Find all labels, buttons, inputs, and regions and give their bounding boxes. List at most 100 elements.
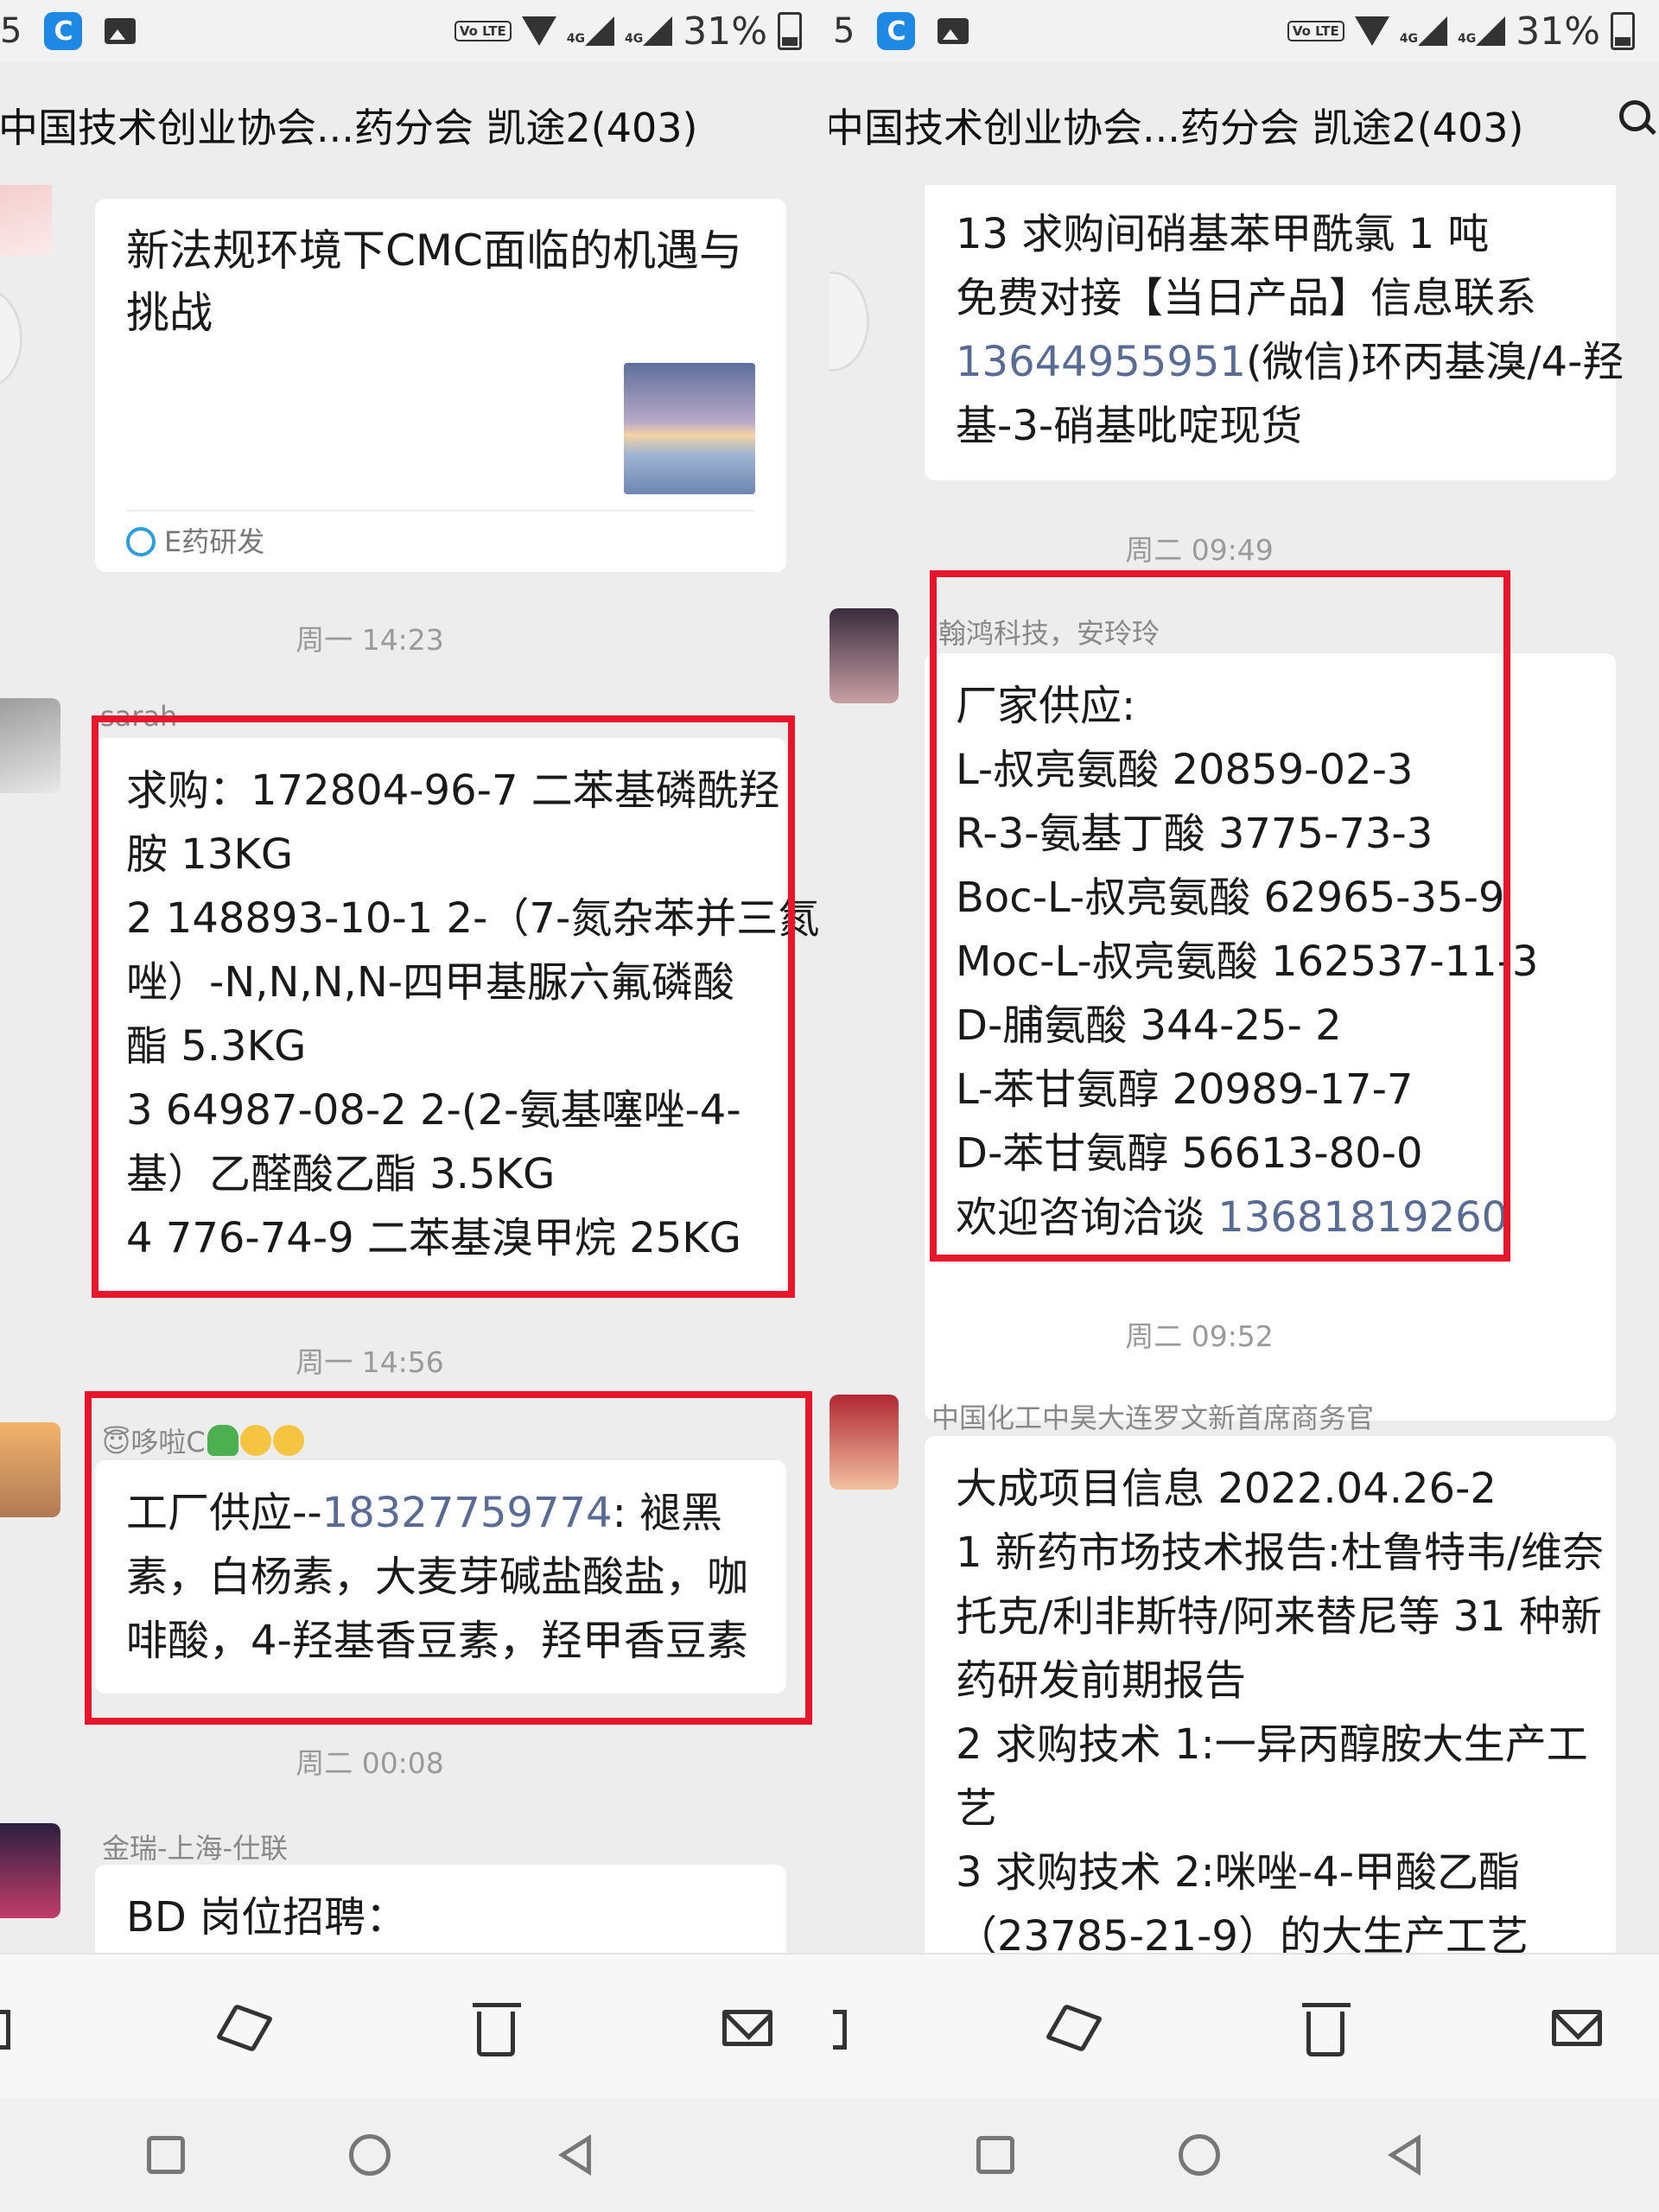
scroll-edge <box>0 289 22 389</box>
avatar[interactable] <box>830 1395 899 1490</box>
image-notification-icon <box>938 18 969 44</box>
signal-icon: 4G <box>567 16 614 46</box>
sender-name: 翰鸿科技，安玲玲 <box>938 617 1160 650</box>
signal-icon-2: 4G <box>625 16 673 46</box>
volte-icon: Vo LTE <box>1287 21 1344 41</box>
card-title-line-1: 新法规环境下CMC面临的机遇与 <box>126 226 742 276</box>
chat-title[interactable]: 中国技术创业协会...药分会 凯途2(403) <box>0 97 697 154</box>
avatar[interactable] <box>0 698 60 793</box>
mail-icon[interactable] <box>1552 2010 1602 2046</box>
share-icon[interactable] <box>833 2010 847 2050</box>
share-icon[interactable] <box>0 2010 10 2050</box>
message-line: R-3-氨基丁酸 3775-73-3 <box>956 810 1433 858</box>
signal-icon-2: 4G <box>1458 16 1506 46</box>
chat-history[interactable]: 13 求购间硝基苯甲酰氯 1 吨 免费对接【当日产品】信息联系 13644955… <box>830 185 1659 1953</box>
message-line: 求购：172804-96-7 二苯基磷酰羟 <box>126 766 780 815</box>
trash-icon[interactable] <box>473 2003 521 2056</box>
phone-link[interactable]: 13681819260 <box>1217 1193 1508 1242</box>
message-line: 2 求购技术 1:一异丙醇胺大生产工 <box>956 1720 1588 1769</box>
trash-icon[interactable] <box>1302 2003 1351 2056</box>
avatar[interactable] <box>0 185 52 256</box>
timestamp: 周二 09:49 <box>1125 533 1274 567</box>
message-line: 3 64987-08-2 2-(2-氨基噻唑-4- <box>126 1086 741 1135</box>
message-line: Boc-L-叔亮氨酸 62965-35-9 <box>956 874 1505 922</box>
avatar[interactable] <box>0 1823 60 1918</box>
message-bubble[interactable]: 求购：172804-96-7 二苯基磷酰羟 胺 13KG 2 148893-10… <box>95 738 820 1296</box>
phone-link[interactable]: 18327759774 <box>322 1489 613 1537</box>
home-icon[interactable] <box>1179 2134 1220 2176</box>
scroll-edge <box>830 271 869 372</box>
message-line: 基-3-硝基吡啶现货 <box>956 402 1303 450</box>
chat-title[interactable]: 中国技术创业协会...药分会 凯途2(403) <box>830 97 1523 154</box>
system-navbar <box>0 2098 830 2212</box>
message-line: 3 求购技术 2:咪唑-4-甲酸乙酯 <box>956 1848 1520 1897</box>
message-line: 1 新药市场技术报告:杜鲁特韦/维奈 <box>956 1529 1605 1577</box>
message-line: 2 148893-10-1 2-（7-氮杂苯并三氮 <box>126 894 820 943</box>
chat-history[interactable]: 新法规环境下CMC面临的机遇与 挑战 E药研发 周一 14:23 sarah 求… <box>0 185 830 1953</box>
timestamp: 周二 00:08 <box>296 1746 444 1780</box>
message-bubble[interactable]: 13 求购间硝基苯甲酰氯 1 吨 免费对接【当日产品】信息联系 13644955… <box>925 185 1624 480</box>
cube-icon[interactable] <box>215 2004 274 2052</box>
message-text: 工厂供应-- <box>126 1489 322 1537</box>
message-bubble[interactable]: 厂家供应: L-叔亮氨酸 20859-02-3 R-3-氨基丁酸 3775-73… <box>925 653 1616 1421</box>
left-screenshot: 5 C Vo LTE 4G 4G 31% 中国技术创业协会...药分会 凯途2(… <box>0 0 830 2212</box>
timestamp: 周一 14:56 <box>296 1345 444 1379</box>
message-line: 胺 13KG <box>126 830 294 879</box>
source-icon <box>126 527 156 556</box>
battery-icon <box>778 12 802 50</box>
message-line: L-叔亮氨酸 20859-02-3 <box>956 746 1414 794</box>
recent-apps-icon[interactable] <box>976 2136 1014 2174</box>
card-source-label: E药研发 <box>164 525 265 558</box>
laughing-emoji <box>272 1425 304 1456</box>
home-icon[interactable] <box>349 2134 391 2176</box>
back-icon[interactable] <box>1388 2134 1421 2176</box>
message-bubble[interactable]: 大成项目信息 2022.04.26-2 1 新药市场技术报告:杜鲁特韦/维奈 托… <box>925 1436 1616 1953</box>
message-text: : 褪黑 <box>612 1489 723 1537</box>
mail-icon[interactable] <box>722 2010 772 2046</box>
battery-icon <box>1611 12 1635 50</box>
right-screenshot: 5 C Vo LTE 4G 4G 31% 中国技术创业协会...药分会 凯途2(… <box>830 0 1659 2212</box>
phone-link[interactable]: 13644955951 <box>956 338 1246 386</box>
message-line: 厂家供应: <box>956 682 1136 730</box>
search-icon[interactable] <box>1619 100 1650 131</box>
message-line: 药研发前期报告 <box>956 1656 1247 1705</box>
status-bar: 5 C Vo LTE 4G 4G 31% <box>0 0 830 62</box>
message-bubble[interactable]: BD 岗位招聘： <box>95 1865 786 1953</box>
message-line: 艺 <box>956 1784 998 1833</box>
message-line: 4 776-74-9 二苯基溴甲烷 25KG <box>126 1214 741 1262</box>
message-line: 酯 5.3KG <box>126 1022 307 1071</box>
app-notification-icon: C <box>44 12 83 50</box>
sender-name: 😇哆啦C <box>102 1421 304 1460</box>
timestamp: 周二 09:52 <box>1125 1319 1274 1353</box>
status-bar: 5 C Vo LTE 4G 4G 31% <box>830 0 1659 62</box>
app-notification-icon: C <box>877 12 916 50</box>
sender-name: sarah <box>100 700 178 733</box>
message-line: 唑）-N,N,N,N-四甲基脲六氟磷酸 <box>126 958 735 1007</box>
avatar[interactable] <box>830 608 899 703</box>
card-title-line-2: 挑战 <box>126 288 213 338</box>
message-text: 欢迎咨询洽谈 <box>956 1193 1218 1242</box>
message-line: （23785-21-9）的大生产工艺 <box>956 1912 1529 1953</box>
avatar[interactable] <box>0 1422 60 1517</box>
selection-toolbar <box>0 1953 830 2100</box>
cube-icon[interactable] <box>1045 2004 1103 2052</box>
message-line: 13 求购间硝基苯甲酰氯 1 吨 <box>956 210 1490 258</box>
link-card-message[interactable]: 新法规环境下CMC面临的机遇与 挑战 E药研发 <box>95 199 786 572</box>
chat-header: 中国技术创业协会...药分会 凯途2(403) <box>0 62 830 185</box>
signal-icon: 4G <box>1400 16 1447 46</box>
message-line: D-脯氨酸 344-25- 2 <box>956 1001 1342 1050</box>
selection-toolbar <box>830 1953 1659 2100</box>
message-bubble[interactable]: 工厂供应--18327759774: 褪黑 素，白杨素，大麦芽碱盐酸盐，咖 啡酸… <box>95 1460 786 1694</box>
broccoli-emoji <box>207 1425 238 1456</box>
wifi-icon <box>1354 16 1389 46</box>
message-line: BD 岗位招聘： <box>126 1893 408 1942</box>
battery-percent: 31% <box>1516 9 1600 54</box>
message-line: 啡酸，4-羟基香豆素，羟甲香豆素 <box>126 1617 748 1665</box>
system-navbar <box>830 2098 1659 2212</box>
card-source: E药研发 <box>126 510 755 572</box>
chat-header: 中国技术创业协会...药分会 凯途2(403) <box>830 62 1659 185</box>
recent-apps-icon[interactable] <box>147 2136 185 2174</box>
back-icon[interactable] <box>558 2134 591 2176</box>
message-line: Moc-L-叔亮氨酸 162537-11-3 <box>956 938 1539 986</box>
image-notification-icon <box>105 18 137 44</box>
